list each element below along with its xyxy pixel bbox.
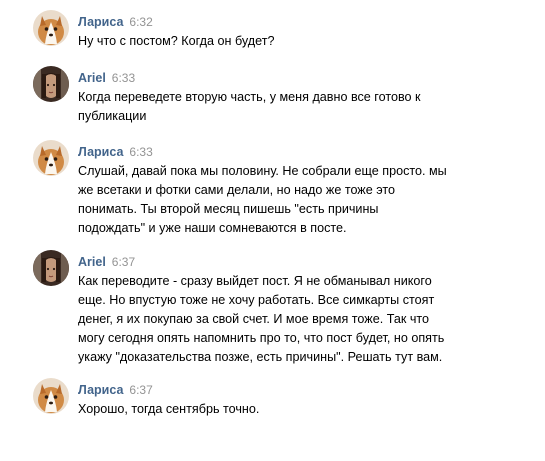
message-text: Когда переведете вторую часть, у меня да… [78,88,478,126]
message-line: подождать" и уже наши сомневаются в пост… [78,221,347,235]
corgi-puppy-avatar[interactable] [33,10,69,46]
message-header: Лариса 6:32 [78,14,153,30]
message-line: Хорошо, тогда сентябрь точно. [78,402,260,416]
message-time[interactable]: 6:37 [129,383,152,397]
message-header: Ariel 6:33 [78,70,135,86]
message-line: могу сегодня опять напомнить про то, что… [78,331,445,345]
message-line: Слушай, давай пока мы половину. Не собра… [78,164,447,178]
corgi-puppy-avatar[interactable] [33,378,69,414]
message-text: Слушай, давай пока мы половину. Не собра… [78,162,478,238]
message-line: укажу "доказательства позже, есть причин… [78,350,443,364]
author-name[interactable]: Ariel [78,255,106,269]
message-line: Ну что с постом? Когда он будет? [78,34,275,48]
message-text: Хорошо, тогда сентябрь точно. [78,400,478,419]
message-line: Как переводите - сразу выйдет пост. Я не… [78,274,432,288]
message-header: Лариса 6:37 [78,382,153,398]
message-time[interactable]: 6:33 [112,71,135,85]
message-time[interactable]: 6:33 [129,145,152,159]
message-header: Лариса 6:33 [78,144,153,160]
author-name[interactable]: Ariel [78,71,106,85]
portrait-avatar[interactable] [33,66,69,102]
corgi-puppy-avatar[interactable] [33,140,69,176]
message-header: Ariel 6:37 [78,254,135,270]
message-line: денег, я их покупаю за свой счет. И мое … [78,312,430,326]
author-name[interactable]: Лариса [78,145,123,159]
message-text: Ну что с постом? Когда он будет? [78,32,478,51]
author-name[interactable]: Лариса [78,15,123,29]
message-line: же всетаки и фотки сами делали, но надо … [78,183,396,197]
message-line: публикации [78,109,147,123]
message-text: Как переводите - сразу выйдет пост. Я не… [78,272,478,367]
message-line: понимать. Ты второй месяц пишешь "есть п… [78,202,379,216]
message-line: еще. Но впустую тоже не хочу работать. В… [78,293,435,307]
portrait-avatar[interactable] [33,250,69,286]
message-time[interactable]: 6:37 [112,255,135,269]
chat-history: Лариса 6:32 Ну что с постом? Когда он буд… [0,0,545,461]
author-name[interactable]: Лариса [78,383,123,397]
message-time[interactable]: 6:32 [129,15,152,29]
message-line: Когда переведете вторую часть, у меня да… [78,90,421,104]
